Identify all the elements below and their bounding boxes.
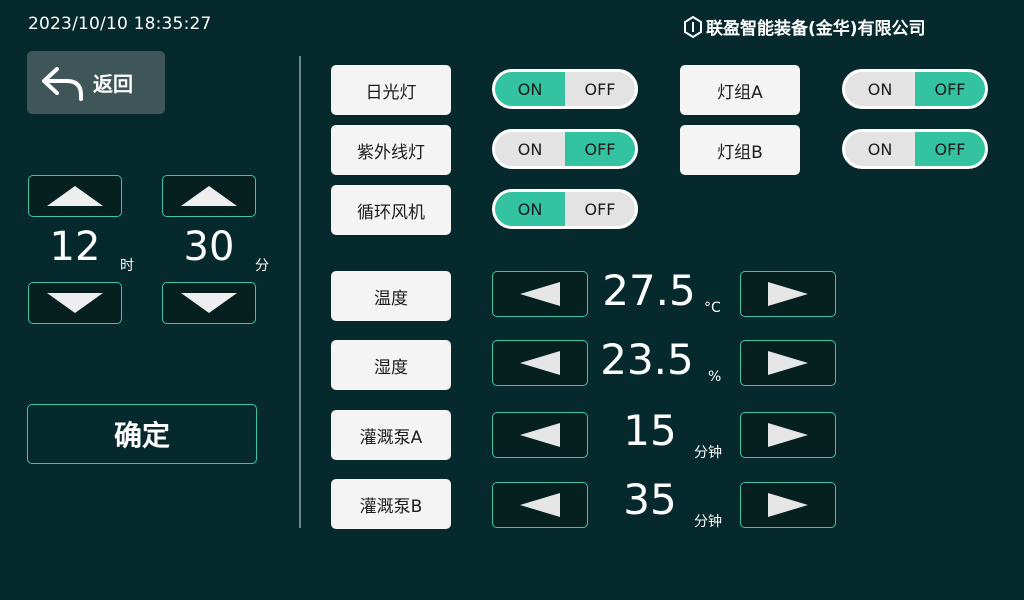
humidity-value: 23.5 [600,335,694,384]
temperature-label[interactable]: 温度 [331,271,451,321]
triangle-up-icon [47,186,103,206]
back-label: 返回 [93,72,133,96]
light-group-a-label[interactable]: 灯组A [680,65,800,115]
triangle-right-icon [768,351,808,375]
toggle-off-segment[interactable]: OFF [565,72,635,106]
triangle-down-icon [47,293,103,313]
pump-b-value: 35 [623,475,677,524]
minute-up-button[interactable] [162,175,256,217]
humidity-increase-button[interactable] [740,340,836,386]
back-button[interactable]: 返回 [27,51,165,114]
triangle-down-icon [181,293,237,313]
confirm-button[interactable]: 确定 [27,404,257,464]
fluorescent-light-toggle[interactable]: ON OFF [492,69,638,109]
temperature-value: 27.5 [602,266,696,315]
minute-down-button[interactable] [162,282,256,324]
light-group-b-label[interactable]: 灯组B [680,125,800,175]
triangle-left-icon [520,423,560,447]
temperature-increase-button[interactable] [740,271,836,317]
toggle-on-segment[interactable]: ON [845,132,915,166]
uv-light-label[interactable]: 紫外线灯 [331,125,451,175]
circulation-fan-toggle[interactable]: ON OFF [492,189,638,229]
back-arrow-icon [42,66,83,101]
humidity-unit: % [708,369,722,385]
triangle-right-icon [768,493,808,517]
pump-a-value: 15 [623,406,677,455]
datetime-display: 2023/10/10 18:35:27 [28,14,212,34]
humidity-decrease-button[interactable] [492,340,588,386]
light-group-b-toggle[interactable]: ON OFF [842,129,988,169]
pump-a-decrease-button[interactable] [492,412,588,458]
temperature-decrease-button[interactable] [492,271,588,317]
hour-up-button[interactable] [28,175,122,217]
light-group-a-toggle[interactable]: ON OFF [842,69,988,109]
brand-name: 联盈智能装备(金华)有限公司 [706,19,926,39]
brand: 联盈智能装备(金华)有限公司 [684,14,926,39]
pump-a-increase-button[interactable] [740,412,836,458]
toggle-on-segment[interactable]: ON [495,192,565,226]
pump-a-unit: 分钟 [694,445,722,461]
hour-unit: 时 [120,258,134,274]
toggle-off-segment[interactable]: OFF [565,132,635,166]
irrigation-pump-b-label[interactable]: 灌溉泵B [331,479,451,529]
hour-down-button[interactable] [28,282,122,324]
pump-b-unit: 分钟 [694,514,722,530]
pump-b-decrease-button[interactable] [492,482,588,528]
toggle-off-segment[interactable]: OFF [915,72,985,106]
triangle-right-icon [768,282,808,306]
circulation-fan-label[interactable]: 循环风机 [331,185,451,235]
vertical-divider [299,56,301,528]
uv-light-toggle[interactable]: ON OFF [492,129,638,169]
toggle-on-segment[interactable]: ON [495,132,565,166]
triangle-right-icon [768,423,808,447]
triangle-left-icon [520,282,560,306]
toggle-off-segment[interactable]: OFF [565,192,635,226]
hour-value: 12 [49,224,101,270]
minute-unit: 分 [255,258,269,274]
triangle-left-icon [520,351,560,375]
minute-value: 30 [183,224,235,270]
humidity-label[interactable]: 湿度 [331,340,451,390]
toggle-on-segment[interactable]: ON [845,72,915,106]
temperature-unit: °C [704,300,721,316]
toggle-on-segment[interactable]: ON [495,72,565,106]
triangle-up-icon [181,186,237,206]
hexagon-logo-icon [684,15,702,38]
toggle-off-segment[interactable]: OFF [915,132,985,166]
pump-b-increase-button[interactable] [740,482,836,528]
fluorescent-light-label[interactable]: 日光灯 [331,65,451,115]
triangle-left-icon [520,493,560,517]
irrigation-pump-a-label[interactable]: 灌溉泵A [331,410,451,460]
